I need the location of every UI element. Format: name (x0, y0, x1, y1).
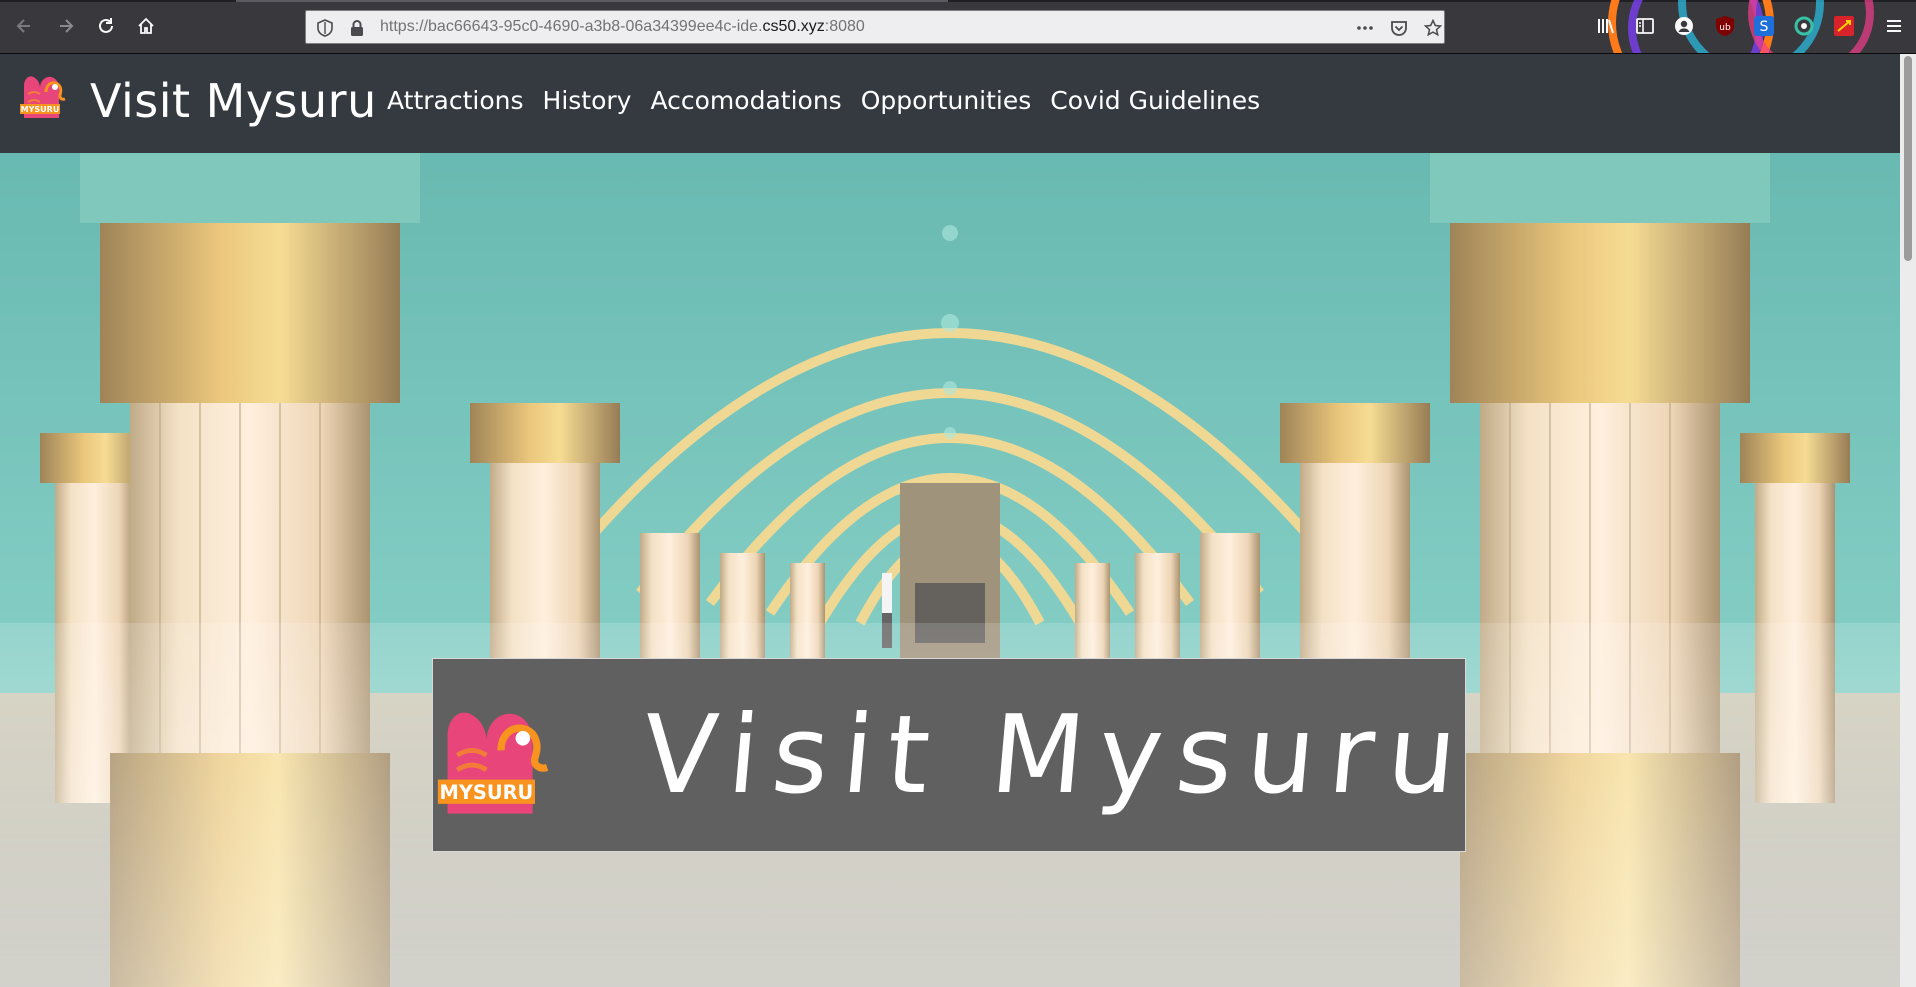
site-navbar: MYSURU Visit Mysuru Attractions History … (0, 54, 1900, 153)
logo-text: MYSURU (21, 105, 60, 114)
nav-link-opportunities[interactable]: Opportunities (861, 86, 1032, 115)
mysuru-logo-icon[interactable]: MYSURU (18, 70, 74, 126)
library-icon[interactable] (1595, 15, 1617, 37)
ublock-icon[interactable]: ub (1714, 15, 1736, 37)
nav-link-history[interactable]: History (543, 86, 632, 115)
extension-s-icon[interactable]: S (1753, 15, 1775, 37)
reload-icon[interactable] (92, 12, 120, 40)
banner-logo-text: MYSURU (440, 781, 534, 804)
active-tab[interactable] (236, 0, 948, 2)
hero-title: Visit Mysuru (637, 693, 1476, 818)
scrollbar-thumb[interactable] (1904, 56, 1912, 261)
more-icon[interactable] (1356, 19, 1374, 37)
url-suffix: :8080 (824, 18, 865, 35)
shield-icon[interactable] (316, 19, 334, 37)
star-icon[interactable] (1424, 19, 1442, 37)
home-icon[interactable] (132, 12, 160, 40)
menu-icon[interactable] (1883, 15, 1905, 37)
pocket-icon[interactable] (1390, 19, 1408, 37)
url-text[interactable]: https://bac66643-95c0-4690-a3b8-06a34399… (380, 18, 865, 36)
sync-icon[interactable] (1793, 15, 1815, 37)
nav-link-accomodations[interactable]: Accomodations (650, 86, 841, 115)
url-bar[interactable]: https://bac66643-95c0-4690-a3b8-06a34399… (305, 10, 1445, 44)
svg-text:ub: ub (1719, 23, 1731, 33)
web-page: MYSURU Visit Mysuru Attractions History … (0, 54, 1900, 987)
svg-text:S: S (1760, 19, 1769, 35)
nav-link-attractions[interactable]: Attractions (387, 86, 524, 115)
mysuru-banner-logo-icon: MYSURU (437, 712, 549, 814)
url-prefix: https://bac66643-95c0-4690-a3b8-06a34399… (380, 18, 763, 35)
brand-name[interactable]: Visit Mysuru (90, 74, 377, 128)
url-domain: cs50.xyz (762, 18, 825, 35)
extension-red-icon[interactable] (1833, 15, 1855, 37)
account-icon[interactable] (1673, 15, 1695, 37)
nav-links: Attractions History Accomodations Opport… (387, 86, 1279, 115)
browser-toolbar: https://bac66643-95c0-4690-a3b8-06a34399… (0, 0, 1916, 54)
back-icon[interactable] (10, 12, 38, 40)
hero-banner: MYSURU Visit Mysuru (432, 658, 1476, 852)
hero-section: MYSURU Visit Mysuru (0, 153, 1900, 987)
nav-link-covid-guidelines[interactable]: Covid Guidelines (1050, 86, 1260, 115)
sidebar-icon[interactable] (1634, 15, 1656, 37)
forward-icon[interactable] (52, 12, 80, 40)
page-scrollbar[interactable] (1900, 54, 1916, 987)
lock-icon[interactable] (348, 19, 366, 37)
